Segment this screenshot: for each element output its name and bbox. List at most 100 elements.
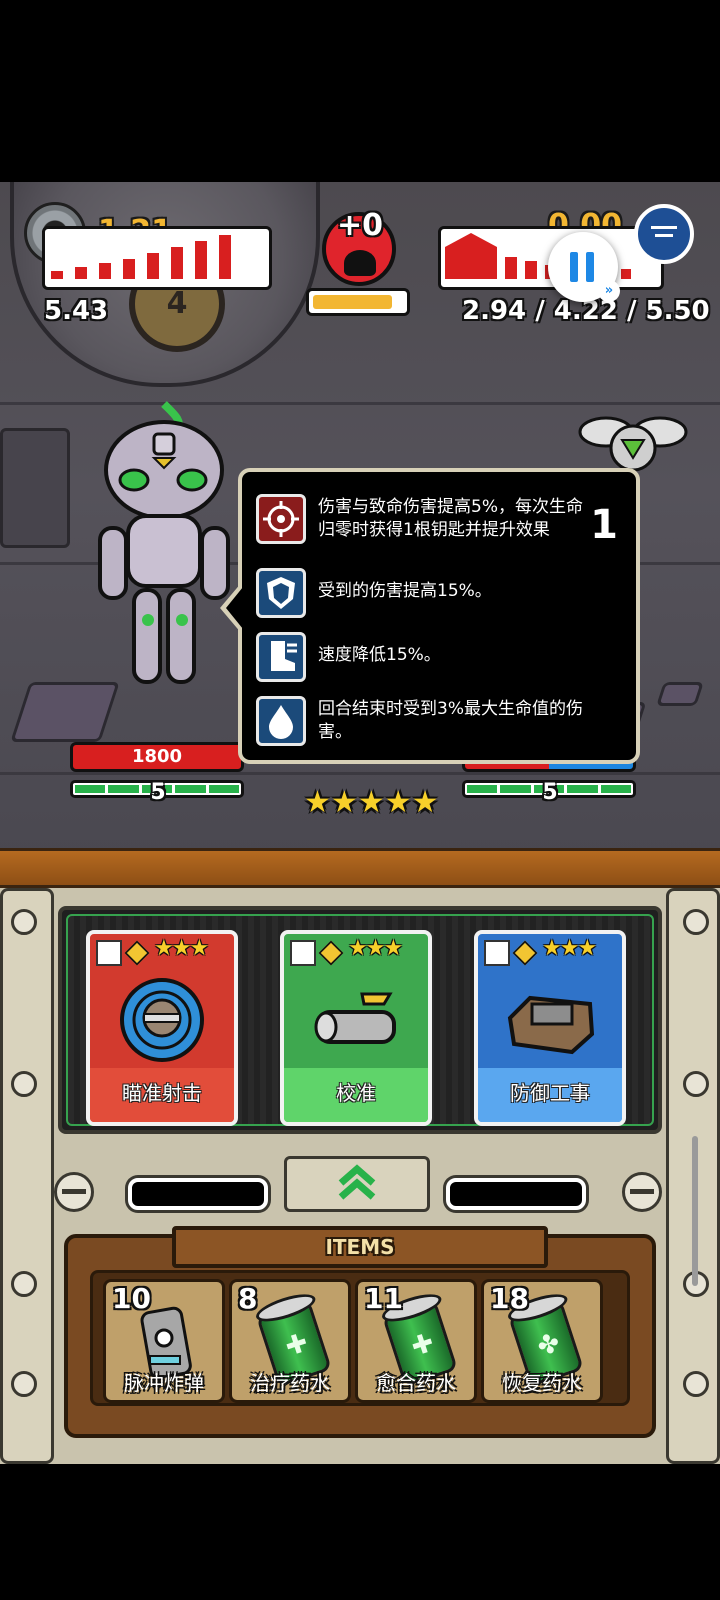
rubble bbox=[10, 682, 120, 742]
skull-face bbox=[344, 250, 376, 276]
item-name: 愈合药水 bbox=[376, 1371, 456, 1395]
calibrate-art bbox=[314, 992, 396, 1044]
target-type-icon bbox=[290, 940, 316, 966]
panel-slider-row bbox=[0, 1150, 720, 1230]
rank-icon bbox=[124, 940, 150, 966]
status-effects-tooltip: 1 伤害与致命伤害提高5%，每次生命归零时获得1根钥匙并提升效果 受到的伤害提高… bbox=[238, 468, 640, 764]
battle-scene: 4 1.21 5.43 +0 0.00 bbox=[0, 182, 720, 867]
level-segment bbox=[567, 785, 598, 793]
skill-card-aimed-shot[interactable]: ★★★ 瞄准射击 bbox=[86, 930, 238, 1126]
fast-forward-icon[interactable]: » bbox=[598, 280, 620, 302]
right-slot bbox=[446, 1178, 586, 1210]
aimed-shot-art bbox=[120, 978, 204, 1062]
items-panel: ITEMS 10 脉冲炸弹 ✚ 8 治疗药水 ✚ 11 愈合药水 ✤ 18 恢复… bbox=[64, 1226, 656, 1438]
rage-meter bbox=[306, 288, 410, 316]
dropdown-menu-button[interactable] bbox=[634, 204, 694, 264]
chevron-down-icon bbox=[651, 226, 677, 229]
item-name: 脉冲炸弹 bbox=[124, 1371, 204, 1395]
chevron-up-icon bbox=[338, 1164, 376, 1200]
wall-panel bbox=[0, 428, 70, 548]
item-pulse-bomb[interactable]: 10 脉冲炸弹 bbox=[103, 1279, 225, 1403]
pause-icon bbox=[570, 252, 578, 282]
item-restore-potion[interactable]: ✤ 18 恢复药水 bbox=[481, 1279, 603, 1403]
wood-divider bbox=[0, 848, 720, 888]
card-label: 防御工事 bbox=[478, 1068, 622, 1122]
target-type-icon bbox=[484, 940, 510, 966]
left-unit-hp-bar: 1800 bbox=[70, 742, 244, 772]
card-bay-inner: ★★★ 瞄准射击 ★★★ 校准 ★★★ 防御工事 bbox=[66, 914, 654, 1126]
rank-icon bbox=[512, 940, 538, 966]
rank-icon bbox=[318, 940, 344, 966]
bolt bbox=[683, 1071, 709, 1097]
card-label: 校准 bbox=[284, 1068, 428, 1122]
star-icon: ★ bbox=[330, 785, 358, 820]
bolt bbox=[683, 1371, 709, 1397]
left-value: 5.43 bbox=[44, 296, 109, 326]
chevron-down-icon bbox=[655, 234, 673, 237]
scrollbar[interactable] bbox=[692, 1136, 698, 1286]
star-icon: ★ bbox=[357, 785, 385, 820]
item-count: 10 bbox=[112, 1282, 151, 1315]
fortify-art bbox=[507, 995, 595, 1055]
right-unit-level: 5 bbox=[542, 780, 558, 805]
robot-hero bbox=[98, 401, 230, 684]
rubble bbox=[656, 682, 704, 706]
level-segment bbox=[500, 785, 531, 793]
left-unit-level: 5 bbox=[150, 780, 166, 805]
bolt bbox=[683, 909, 709, 935]
items-title: ITEMS bbox=[172, 1226, 548, 1268]
drop-icon bbox=[256, 696, 306, 746]
skill-card-calibrate[interactable]: ★★★ 校准 bbox=[280, 930, 432, 1126]
crosshair-icon bbox=[256, 494, 306, 544]
item-name: 恢复药水 bbox=[502, 1371, 582, 1395]
level-segment bbox=[175, 785, 206, 793]
items-tray: 10 脉冲炸弹 ✚ 8 治疗药水 ✚ 11 愈合药水 ✤ 18 恢复药水 bbox=[90, 1270, 630, 1406]
item-count: 11 bbox=[364, 1282, 403, 1315]
skull-count: +0 bbox=[336, 208, 383, 243]
item-heal-potion[interactable]: ✚ 8 治疗药水 bbox=[229, 1279, 351, 1403]
star-icon: ★ bbox=[411, 785, 439, 820]
left-slot bbox=[128, 1178, 268, 1210]
threat-ramp-graphic bbox=[51, 235, 231, 279]
left-threat-ramp bbox=[42, 226, 272, 290]
card-stars: ★★★ bbox=[542, 936, 597, 961]
screw bbox=[622, 1172, 662, 1212]
card-stars: ★★★ bbox=[348, 936, 403, 961]
bolt bbox=[11, 909, 37, 935]
effect-text: 速度降低15%。 bbox=[318, 645, 441, 665]
level-segment bbox=[208, 785, 240, 793]
effect-text: 受到的伤害提高15%。 bbox=[318, 581, 492, 601]
item-count: 18 bbox=[490, 1282, 529, 1315]
star-icon: ★ bbox=[304, 785, 331, 820]
item-count: 8 bbox=[238, 1282, 258, 1315]
bolt bbox=[11, 1271, 37, 1297]
expand-button[interactable] bbox=[284, 1156, 430, 1212]
center-unit-stars: ★ ★ ★ ★ ★ bbox=[304, 788, 439, 818]
card-stars: ★★★ bbox=[154, 936, 209, 961]
floor-line bbox=[0, 772, 720, 775]
skill-card-fortify[interactable]: ★★★ 防御工事 bbox=[474, 930, 626, 1126]
bolt bbox=[11, 1371, 37, 1397]
item-mend-potion[interactable]: ✚ 11 愈合药水 bbox=[355, 1279, 477, 1403]
control-panel: ★★★ 瞄准射击 ★★★ 校准 ★★★ 防御工事 ITEMS 10 脉冲炸弹 ✚… bbox=[0, 888, 720, 1464]
game-screen: 4 1.21 5.43 +0 0.00 bbox=[0, 182, 720, 1464]
rage-meter-fill bbox=[313, 295, 393, 309]
target-type-icon bbox=[96, 940, 122, 966]
effect-stack-count: 1 bbox=[590, 502, 618, 548]
level-segment bbox=[600, 785, 632, 793]
screw bbox=[54, 1172, 94, 1212]
effect-text: 回合结束时受到3%最大生命值的伤害。 bbox=[318, 699, 583, 742]
level-segment bbox=[467, 785, 498, 793]
effect-text: 伤害与致命伤害提高5%，每次生命归零时获得1根钥匙并提升效果 bbox=[318, 497, 583, 540]
pause-icon bbox=[586, 252, 594, 282]
shield-icon bbox=[256, 568, 306, 618]
skill-card-bay: ★★★ 瞄准射击 ★★★ 校准 ★★★ 防御工事 bbox=[58, 906, 662, 1134]
tooltip-pointer-inner bbox=[226, 587, 243, 629]
star-icon: ★ bbox=[384, 785, 412, 820]
level-segment bbox=[75, 785, 106, 793]
item-name: 治疗药水 bbox=[250, 1371, 330, 1395]
bolt bbox=[11, 1071, 37, 1097]
boot-icon bbox=[256, 632, 306, 682]
card-label: 瞄准射击 bbox=[90, 1068, 234, 1122]
level-segment bbox=[108, 785, 139, 793]
